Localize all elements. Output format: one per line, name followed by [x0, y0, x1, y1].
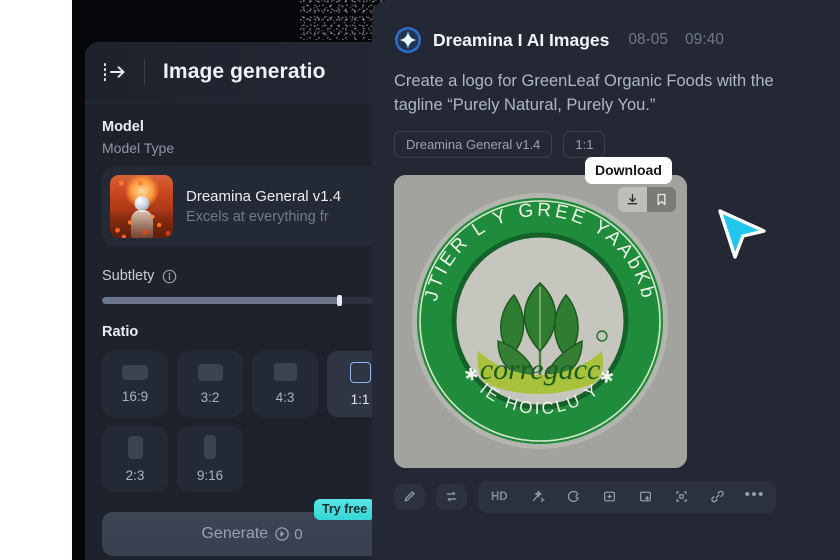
info-circle-icon[interactable]: [162, 269, 177, 284]
screenshot-root: Image generatio Model Model Type ✱✱ Drea…: [0, 0, 840, 560]
message-date: 08-05: [628, 31, 669, 48]
message-time: 09:40: [685, 31, 724, 48]
ratio-label: 4:3: [275, 390, 295, 405]
image-action-buttons: [618, 186, 676, 212]
svg-text:corregacc: corregacc: [480, 353, 601, 386]
hd-upscale-button[interactable]: HD: [482, 491, 517, 503]
credit-count: 0: [294, 525, 303, 543]
ratio-shape: [127, 435, 143, 459]
model-section-subtitle: Model Type: [102, 140, 175, 156]
subtlety-label: Subtlety: [102, 268, 155, 284]
download-tooltip: Download: [585, 156, 672, 184]
subtlety-row: Subtlety: [102, 268, 368, 284]
image-toolbar: HD •••: [394, 480, 812, 513]
subtlety-slider[interactable]: [102, 295, 385, 306]
try-free-badge[interactable]: Try free: [314, 499, 376, 520]
edit-pencil-icon[interactable]: [394, 483, 425, 510]
model-description: Excels at everything fr: [186, 209, 329, 225]
tag-model: Dreamina General v1.4: [394, 130, 553, 158]
regenerate-icon[interactable]: [436, 483, 467, 510]
bookmark-icon[interactable]: [647, 186, 676, 212]
ratio-shape: [204, 435, 216, 459]
model-name: Dreamina General v1.4: [186, 188, 342, 205]
prompt-text: Create a logo for GreenLeaf Organic Food…: [394, 72, 774, 114]
dreamina-star-icon: [394, 26, 422, 54]
generated-image-area: corregacc JTIER L Y GREE YAAbKb ✱ IE HOI…: [394, 156, 812, 468]
generate-label: Generate: [201, 525, 269, 542]
ratio-shape: [273, 363, 297, 381]
model-thumbnail: ✱✱: [110, 175, 173, 238]
ratio-grid: 16:9 3:2 4:3 1:1 2:3 9:16: [102, 351, 385, 492]
generated-image[interactable]: corregacc JTIER L Y GREE YAAbKb ✱ IE HOI…: [394, 174, 687, 468]
ratio-shape: [197, 363, 223, 381]
generate-area: Generate 0 Try free: [102, 499, 402, 556]
ratio-label: 1:1: [350, 391, 370, 407]
expand-canvas-icon[interactable]: [630, 484, 661, 510]
chat-header: Dreamina I AI Images 08-05 09:40: [394, 26, 812, 54]
prompt-tags: Dreamina General v1.4 1:1: [394, 130, 812, 158]
header-divider: [144, 59, 145, 85]
ratio-label: 3:2: [200, 389, 220, 405]
ratio-option-9-16[interactable]: 9:16: [177, 426, 243, 492]
expand-sidebar-icon[interactable]: [102, 61, 128, 83]
chat-panel: Dreamina I AI Images 08-05 09:40 Create …: [372, 0, 840, 560]
tag-ratio: 1:1: [563, 130, 606, 158]
download-icon[interactable]: [618, 186, 647, 212]
ratio-option-4-3[interactable]: 4:3: [252, 351, 318, 417]
image-tools-group: HD •••: [478, 480, 776, 513]
image-generation-panel: Image generatio Model Model Type ✱✱ Drea…: [85, 42, 385, 560]
link-icon[interactable]: [702, 484, 733, 510]
panel-body: Model Model Type ✱✱ Dreamina General v1.…: [85, 103, 385, 492]
more-options-icon[interactable]: •••: [738, 486, 772, 508]
credit-coin-icon: [275, 527, 289, 541]
subtlety-slider-fill: [102, 297, 339, 304]
app-header: Image generatio: [85, 42, 385, 103]
ratio-label: 2:3: [125, 467, 145, 483]
page-title: Image generatio: [163, 60, 326, 83]
ratio-option-2-3[interactable]: 2:3: [102, 426, 168, 492]
ratio-label: 16:9: [121, 388, 149, 404]
inpaint-frame-icon[interactable]: [594, 484, 625, 510]
mouse-cursor: [712, 205, 772, 265]
ratio-section-title: Ratio: [102, 324, 139, 340]
logo-artwork: corregacc JTIER L Y GREE YAAbKb ✱ IE HOI…: [394, 174, 687, 468]
model-section-title: Model: [102, 119, 144, 135]
ratio-shape: [122, 364, 148, 380]
ratio-shape: [349, 361, 371, 383]
retouch-brush-icon[interactable]: [558, 484, 589, 510]
ratio-option-16-9[interactable]: 16:9: [102, 351, 168, 417]
model-card[interactable]: ✱✱ Dreamina General v1.4 Excels at every…: [102, 167, 385, 246]
subtlety-slider-handle[interactable]: [336, 295, 342, 306]
brand-name: Dreamina I AI Images: [433, 29, 610, 50]
crop-icon[interactable]: [666, 484, 697, 510]
ratio-label: 9:16: [196, 468, 224, 483]
magic-wand-icon[interactable]: [522, 484, 553, 510]
generate-credits: 0: [275, 525, 303, 543]
ratio-option-3-2[interactable]: 3:2: [177, 351, 243, 417]
